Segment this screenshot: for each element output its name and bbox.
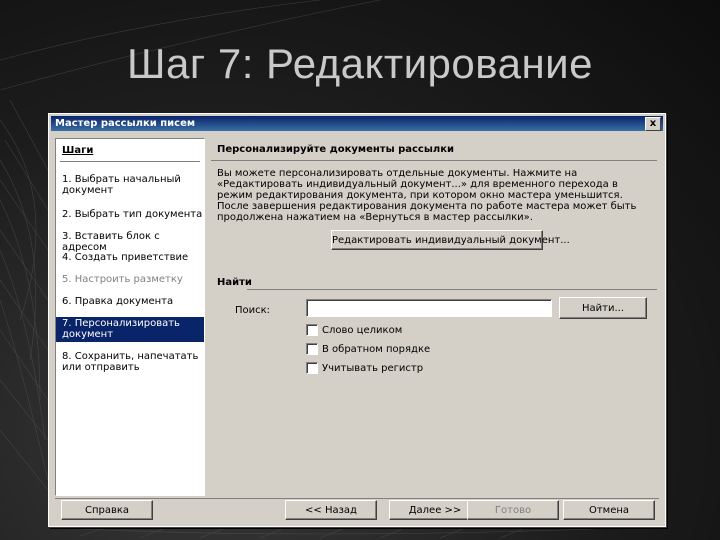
backwards-option[interactable]: В обратном порядке: [306, 343, 430, 355]
slide-title: Шаг 7: Редактирование: [127, 40, 593, 87]
close-button[interactable]: x: [645, 117, 661, 131]
step-item-7[interactable]: 7. Персонализировать документ: [56, 317, 204, 342]
mail-merge-wizard-dialog: Мастер рассылки писем x Шаги 1. Выбрать …: [48, 113, 666, 527]
window-titlebar[interactable]: Мастер рассылки писем x: [51, 116, 663, 131]
steps-header: Шаги: [62, 145, 94, 156]
whole-word-label: Слово целиком: [322, 324, 403, 336]
back-button[interactable]: << Назад: [285, 500, 377, 520]
find-divider: [247, 289, 657, 290]
match-case-label: Учитывать регистр: [322, 362, 424, 374]
match-case-option[interactable]: Учитывать регистр: [306, 362, 423, 374]
backwards-checkbox[interactable]: [306, 343, 318, 355]
step-item-3[interactable]: 3. Вставить блок с адресом: [56, 231, 204, 253]
match-case-checkbox[interactable]: [306, 362, 318, 374]
steps-panel: Шаги 1. Выбрать начальный документ 2. Вы…: [55, 138, 205, 496]
find-button[interactable]: Найти...: [559, 297, 647, 319]
step-item-8[interactable]: 8. Сохранить, напечатать или отправить: [56, 351, 204, 373]
cancel-button[interactable]: Отмена: [563, 500, 655, 520]
help-button[interactable]: Справка: [61, 500, 153, 520]
step-item-6[interactable]: 6. Правка документа: [56, 296, 204, 307]
footer-divider: [55, 498, 659, 499]
description-text: Вы можете персонализировать отдельные до…: [217, 168, 637, 223]
section-divider: [211, 160, 657, 161]
backwards-label: В обратном порядке: [322, 343, 431, 355]
step-item-5: 5. Настроить разметку: [62, 274, 183, 285]
window-title: Мастер рассылки писем: [55, 118, 196, 129]
search-label: Поиск:: [235, 305, 271, 316]
search-input[interactable]: [306, 299, 552, 317]
find-section-label: Найти: [217, 277, 252, 288]
step-item-4[interactable]: 4. Создать приветствие: [56, 252, 204, 263]
finish-button: Готово: [467, 500, 559, 520]
step-item-1[interactable]: 1. Выбрать начальный документ: [56, 174, 204, 196]
section-title: Персонализируйте документы рассылки: [217, 144, 455, 155]
steps-divider: [60, 161, 200, 162]
step-item-2[interactable]: 2. Выбрать тип документа: [56, 209, 204, 220]
edit-individual-document-button[interactable]: Редактировать индивидуальный документ...: [331, 230, 570, 250]
whole-word-option[interactable]: Слово целиком: [306, 324, 402, 336]
whole-word-checkbox[interactable]: [306, 324, 318, 336]
